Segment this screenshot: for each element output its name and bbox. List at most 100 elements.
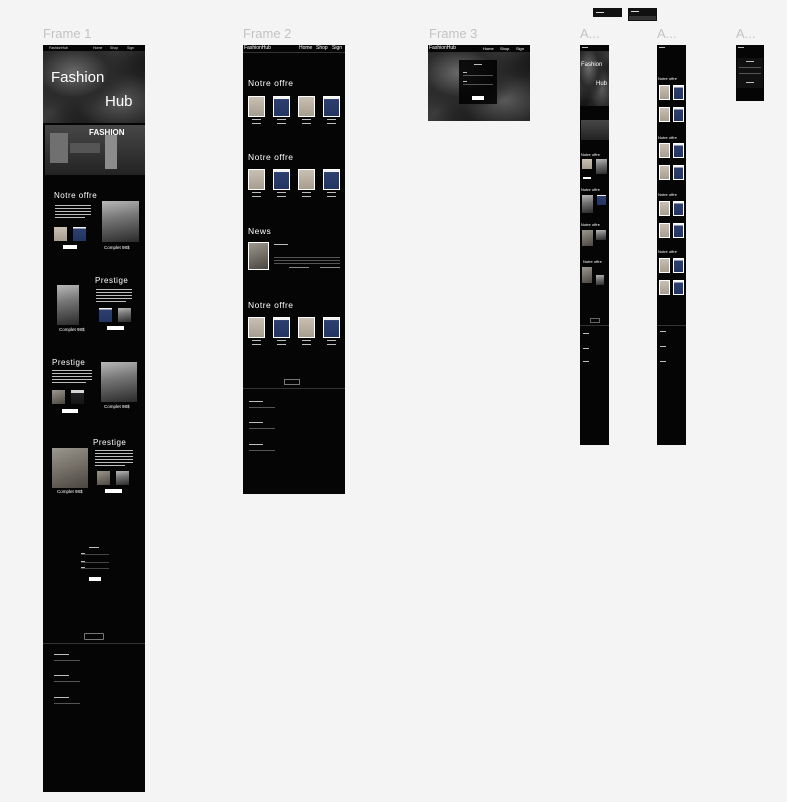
product-thumb[interactable] — [54, 227, 67, 241]
form-submit-button[interactable] — [89, 577, 101, 581]
product-card-image[interactable] — [673, 165, 684, 180]
product-card-image[interactable] — [673, 107, 684, 122]
news-link[interactable] — [289, 267, 309, 268]
product-caption: Complet 98$ — [104, 245, 130, 250]
form-field[interactable] — [81, 554, 109, 555]
nav-link-sign[interactable]: Sign — [516, 46, 524, 51]
product-thumb[interactable] — [596, 230, 606, 240]
product-thumb[interactable] — [597, 195, 606, 205]
mini-component-menu[interactable] — [628, 8, 657, 21]
nav-link-shop[interactable]: Shop — [110, 46, 118, 50]
product-card-image[interactable] — [673, 201, 684, 216]
product-card-image[interactable] — [248, 169, 265, 190]
product-card-image[interactable] — [659, 280, 670, 295]
section-button[interactable] — [107, 326, 124, 330]
nav-brand[interactable] — [659, 47, 665, 48]
form-field[interactable] — [81, 568, 109, 569]
product-card-image[interactable] — [273, 317, 290, 338]
product-thumb[interactable] — [596, 275, 604, 285]
nav-link-sign[interactable]: Sign — [127, 46, 134, 50]
hero-image — [580, 51, 609, 106]
nav-link-shop[interactable]: Shop — [500, 46, 509, 51]
product-card-image[interactable] — [323, 96, 340, 117]
footer-link[interactable] — [249, 407, 275, 408]
login-password-field[interactable] — [463, 84, 493, 85]
product-card-image[interactable] — [659, 201, 670, 216]
product-card-image[interactable] — [248, 317, 265, 338]
mini-component-nav[interactable] — [593, 8, 622, 17]
hero-title-line1: Fashion — [51, 69, 105, 86]
product-card-image[interactable] — [673, 280, 684, 295]
product-thumb[interactable] — [116, 471, 129, 485]
nav-link-home[interactable]: Home — [483, 46, 494, 51]
product-card-image[interactable] — [673, 223, 684, 238]
product-card-image[interactable] — [298, 96, 315, 117]
product-card-image[interactable] — [659, 85, 670, 100]
nav-link-sign[interactable]: Sign — [332, 45, 342, 51]
product-card-image[interactable] — [273, 96, 290, 117]
frame-5-label[interactable]: A... — [657, 26, 677, 41]
nav-brand[interactable] — [738, 47, 744, 48]
section-button[interactable] — [105, 489, 122, 493]
news-link[interactable] — [320, 267, 340, 268]
footer-link[interactable] — [54, 703, 80, 704]
product-card-image[interactable] — [673, 258, 684, 273]
form-field[interactable] — [81, 562, 109, 563]
frame-2[interactable]: FashionHub Home Shop Sign Notre offre No… — [243, 45, 345, 494]
product-name — [277, 340, 286, 341]
frame-6[interactable] — [736, 45, 764, 101]
nav-brand[interactable]: FashionHub — [429, 45, 456, 51]
product-card-image[interactable] — [673, 143, 684, 158]
nav-brand[interactable] — [582, 47, 588, 48]
frame-4[interactable]: Fashion Hub Notre offre Notre offre Notr… — [580, 45, 609, 445]
login-email-field[interactable] — [739, 67, 761, 68]
product-card-image[interactable] — [323, 317, 340, 338]
login-email-field[interactable] — [463, 75, 493, 76]
nav-link-home[interactable]: Home — [299, 45, 312, 51]
nav-brand[interactable]: FashionHub — [244, 45, 271, 51]
product-thumb[interactable] — [118, 308, 131, 322]
nav-link-shop[interactable]: Shop — [316, 45, 328, 51]
frame-5[interactable]: Notre offre Notre offre Notre offre Notr… — [657, 45, 686, 445]
section-button[interactable] — [583, 177, 591, 179]
footer-heading — [249, 444, 263, 445]
product-card-image[interactable] — [659, 223, 670, 238]
product-thumb[interactable] — [73, 227, 86, 241]
product-thumb[interactable] — [52, 390, 65, 404]
product-name — [252, 192, 261, 193]
product-card-image[interactable] — [659, 258, 670, 273]
product-card-image[interactable] — [298, 317, 315, 338]
frame-2-label[interactable]: Frame 2 — [243, 26, 291, 41]
footer-link[interactable] — [249, 428, 275, 429]
frame-1[interactable]: FashionHub Home Shop Sign Fashion Hub FA… — [43, 45, 145, 792]
product-card-image[interactable] — [323, 169, 340, 190]
frame-1-label[interactable]: Frame 1 — [43, 26, 91, 41]
footer-link[interactable] — [54, 660, 80, 661]
frame-4-label[interactable]: A... — [580, 26, 600, 41]
frame-3[interactable]: FashionHub Home Shop Sign — [428, 45, 530, 121]
product-card-image[interactable] — [298, 169, 315, 190]
product-card-image[interactable] — [659, 143, 670, 158]
login-submit-button[interactable] — [472, 96, 484, 100]
product-thumb[interactable] — [71, 390, 84, 404]
nav-brand[interactable]: FashionHub — [49, 46, 68, 50]
login-password-field[interactable] — [739, 73, 761, 74]
section-button[interactable] — [63, 245, 77, 249]
footer-link[interactable] — [249, 450, 275, 451]
product-thumb[interactable] — [97, 471, 110, 485]
frame-6-label[interactable]: A... — [736, 26, 756, 41]
section-button[interactable] — [62, 409, 78, 413]
product-card-image[interactable] — [659, 165, 670, 180]
product-card-image[interactable] — [273, 169, 290, 190]
product-card-image[interactable] — [659, 107, 670, 122]
product-card-image[interactable] — [673, 85, 684, 100]
nav-link-home[interactable]: Home — [93, 46, 102, 50]
footer-link[interactable] — [54, 681, 80, 682]
product-thumb[interactable] — [99, 308, 112, 322]
product-thumb[interactable] — [582, 159, 592, 169]
frame-3-label[interactable]: Frame 3 — [429, 26, 477, 41]
news-image[interactable] — [248, 242, 269, 270]
text-line — [96, 289, 132, 290]
login-submit-button[interactable] — [746, 82, 754, 83]
product-card-image[interactable] — [248, 96, 265, 117]
